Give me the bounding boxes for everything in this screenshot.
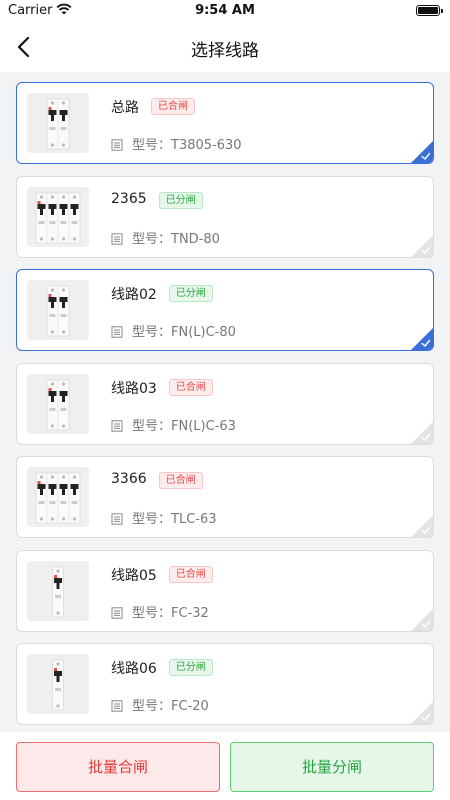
circuit-card[interactable]: 线路02 已分闸型号：FN(L)C-80 [16,269,434,351]
circuit-card[interactable]: 线路05 已合闸型号：FC-32 [16,549,434,632]
model-text: 型号：T3805-630 [132,134,242,153]
circuit-name: 3366 [111,471,147,487]
breaker-thumbnail [27,93,89,153]
model-text: 型号：FC-32 [132,602,209,621]
model-value: FN(L)C-80 [171,325,236,340]
clock: 9:54 AM [195,3,255,18]
model-value: FC-32 [171,605,209,621]
status-badge: 已分闸 [168,659,213,676]
model-label: 型号： [132,325,172,340]
breaker-thumbnail [27,560,89,621]
model-label: 型号： [132,138,172,153]
circuit-name: 线路02 [111,287,157,303]
model-label: 型号： [132,512,172,527]
model-text: 型号：FN(L)C-80 [132,321,236,340]
nav-bar: 选择线路 [0,22,450,72]
circuit-card[interactable]: 3366 已合闸型号：TLC-63 [16,456,434,538]
circuit-card[interactable]: 2365 已分闸型号：TND-80 [16,175,434,258]
page-title: 选择线路 [191,41,259,61]
breaker-thumbnail [27,654,89,714]
circuit-name: 线路05 [111,567,157,584]
circuit-name: 2365 [111,190,147,207]
checkmark-unselected-icon[interactable] [411,515,433,537]
model-value: FN(L)C-63 [171,418,236,434]
model-value: TLC-63 [171,512,217,527]
circuit-name: 总路 [111,100,139,116]
list-icon [111,323,123,338]
model-label: 型号： [132,231,172,247]
status-badge: 已分闸 [158,191,203,209]
checkmark-unselected-icon[interactable] [411,234,433,257]
batch-open-button[interactable]: 批量分闸 [230,742,434,792]
status-badge: 已合闸 [150,98,195,115]
model-value: T3805-630 [171,138,242,153]
status-bar: Carrier 9:54 AM [0,0,450,22]
model-label: 型号： [132,418,172,434]
breaker-thumbnail [27,186,89,247]
list-icon [111,510,123,525]
model-text: 型号：FN(L)C-63 [132,415,236,434]
circuit-card[interactable]: 总路 已合闸型号：T3805-630 [16,82,434,164]
circuit-card[interactable]: 线路06 已分闸型号：FC-20 [16,643,434,725]
status-badge: 已合闸 [158,472,203,489]
batch-close-button[interactable]: 批量合闸 [16,742,220,792]
model-value: FC-20 [171,699,209,714]
model-text: 型号：FC-20 [132,695,209,714]
checkmark-selected-icon[interactable] [411,141,433,163]
status-badge: 已分闸 [168,285,213,302]
model-label: 型号： [132,605,172,621]
list-icon [111,417,123,432]
status-badge: 已合闸 [168,378,213,396]
list-icon [111,230,123,245]
list-icon [111,136,123,151]
checkmark-selected-icon[interactable] [411,328,433,350]
circuit-list[interactable]: 总路 已合闸 型号：T3805-630 2365 已分闸 型号：TND-80 线路02 已分闸… [0,72,450,732]
model-text: 型号：TND-80 [132,228,220,247]
list-icon [111,697,123,712]
model-value: TND-80 [171,231,220,247]
breaker-thumbnail [27,280,89,340]
checkmark-unselected-icon[interactable] [411,608,433,631]
breaker-thumbnail [27,467,89,527]
circuit-name: 线路06 [111,661,157,677]
circuit-card[interactable]: 线路03 已合闸型号：FN(L)C-63 [16,362,434,445]
bottom-action-bar: 批量合闸 批量分闸 [0,732,450,800]
circuit-name: 线路03 [111,380,157,397]
model-text: 型号：TLC-63 [132,508,217,527]
battery-icon [416,5,443,16]
checkmark-unselected-icon[interactable] [411,702,433,724]
checkmark-unselected-icon[interactable] [411,421,433,444]
breaker-thumbnail [27,373,89,434]
model-label: 型号： [132,699,172,714]
status-badge: 已合闸 [168,565,213,583]
list-icon [111,604,123,619]
